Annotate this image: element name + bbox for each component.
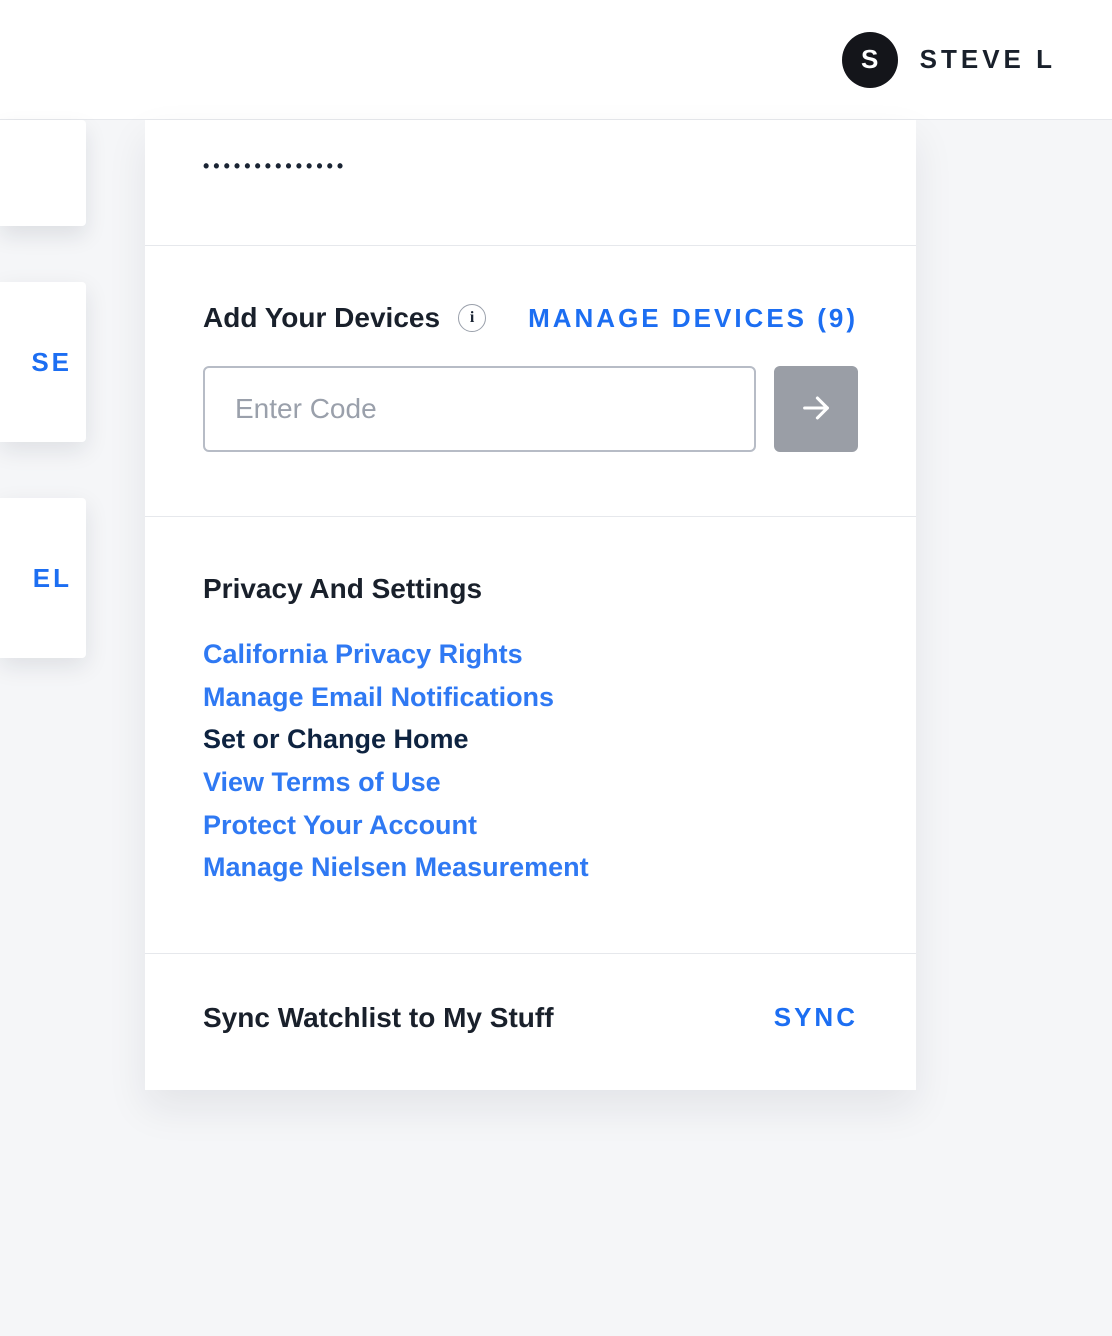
privacy-links: California Privacy Rights Manage Email N… — [203, 633, 858, 889]
arrow-right-icon — [799, 391, 833, 428]
privacy-link-email[interactable]: Manage Email Notifications — [203, 676, 858, 719]
username-label[interactable]: STEVE L — [920, 44, 1056, 75]
app-header: S STEVE L — [0, 0, 1112, 120]
devices-title: Add Your Devices i — [203, 302, 486, 334]
privacy-section: Privacy And Settings California Privacy … — [145, 516, 916, 953]
sync-title: Sync Watchlist to My Stuff — [203, 1002, 554, 1034]
manage-devices-link[interactable]: MANAGE DEVICES (9) — [528, 303, 858, 334]
password-masked: •••••••••••••• — [203, 156, 858, 177]
sync-button[interactable]: SYNC — [774, 1002, 858, 1033]
left-peek-card-1 — [0, 120, 86, 226]
privacy-link-california[interactable]: California Privacy Rights — [203, 633, 858, 676]
avatar[interactable]: S — [842, 32, 898, 88]
info-icon[interactable]: i — [458, 304, 486, 332]
left-link-fragment[interactable]: EL — [33, 563, 72, 594]
submit-code-button[interactable] — [774, 366, 858, 452]
privacy-title-text: Privacy And Settings — [203, 573, 482, 605]
account-card: •••••••••••••• Add Your Devices i MANAGE… — [145, 120, 916, 1090]
left-peek-card-3: EL — [0, 498, 86, 658]
privacy-title: Privacy And Settings — [203, 573, 858, 605]
devices-title-text: Add Your Devices — [203, 302, 440, 334]
devices-section: Add Your Devices i MANAGE DEVICES (9) — [145, 245, 916, 516]
device-code-input[interactable] — [203, 366, 756, 452]
privacy-link-nielsen[interactable]: Manage Nielsen Measurement — [203, 846, 858, 889]
password-section: •••••••••••••• — [145, 120, 916, 245]
privacy-link-terms[interactable]: View Terms of Use — [203, 761, 858, 804]
avatar-initial: S — [861, 44, 878, 75]
left-link-fragment[interactable]: SE — [31, 347, 72, 378]
privacy-link-protect[interactable]: Protect Your Account — [203, 804, 858, 847]
privacy-link-home[interactable]: Set or Change Home — [203, 718, 858, 761]
left-peek-card-2: SE — [0, 282, 86, 442]
sync-section: Sync Watchlist to My Stuff SYNC — [145, 953, 916, 1090]
